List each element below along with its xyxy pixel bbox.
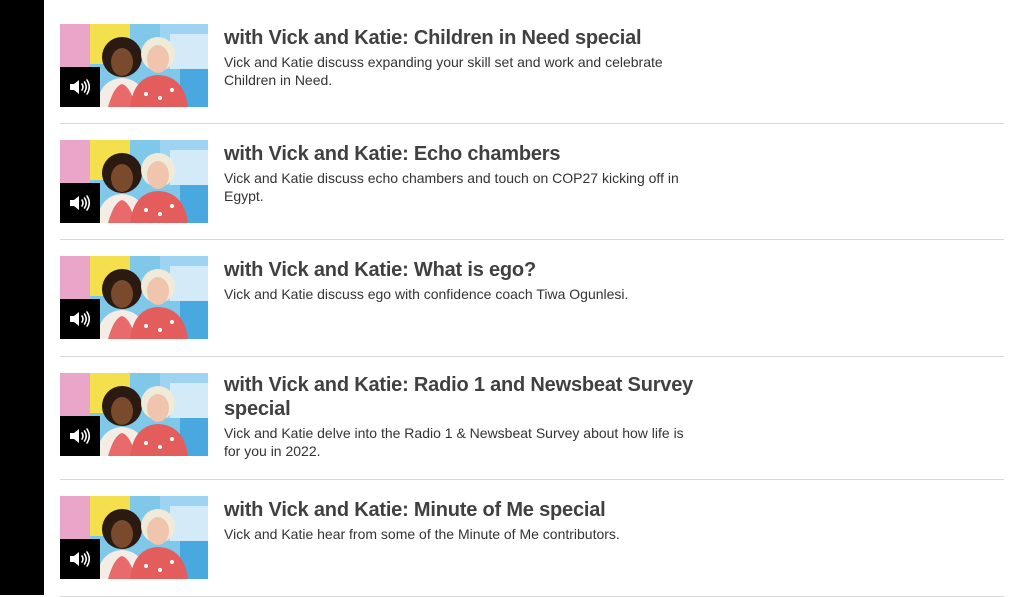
episode-title[interactable]: with Vick and Katie: Children in Need sp… xyxy=(224,26,694,50)
episode-thumbnail[interactable] xyxy=(60,373,208,456)
episode-text: with Vick and Katie: Radio 1 and Newsbea… xyxy=(224,373,694,479)
episode-item[interactable]: with Vick and Katie: Minute of Me specia… xyxy=(60,480,1004,597)
speaker-icon xyxy=(70,195,91,211)
episode-item[interactable]: with Vick and Katie: What is ego? Vick a… xyxy=(60,240,1004,357)
speaker-icon xyxy=(70,551,91,567)
speaker-icon xyxy=(70,428,91,444)
episode-thumbnail[interactable] xyxy=(60,140,208,223)
episode-description: Vick and Katie discuss expanding your sk… xyxy=(224,54,663,88)
episode-thumbnail[interactable] xyxy=(60,496,208,579)
episode-item[interactable]: with Vick and Katie: Echo chambers Vick … xyxy=(60,124,1004,240)
episode-thumbnail[interactable] xyxy=(60,256,208,339)
episode-description: Vick and Katie discuss ego with confiden… xyxy=(224,286,629,302)
left-sidebar-strip xyxy=(0,0,44,595)
episode-title[interactable]: with Vick and Katie: What is ego? xyxy=(224,258,694,282)
episode-description: Vick and Katie delve into the Radio 1 & … xyxy=(224,425,684,459)
episode-text: with Vick and Katie: Children in Need sp… xyxy=(224,26,694,123)
episode-thumbnail[interactable] xyxy=(60,24,208,107)
episode-item[interactable]: with Vick and Katie: Radio 1 and Newsbea… xyxy=(60,357,1004,480)
episode-title[interactable]: with Vick and Katie: Minute of Me specia… xyxy=(224,498,694,522)
episode-text: with Vick and Katie: What is ego? Vick a… xyxy=(224,258,694,356)
episode-item[interactable]: with Vick and Katie: Children in Need sp… xyxy=(60,0,1004,124)
episode-title[interactable]: with Vick and Katie: Radio 1 and Newsbea… xyxy=(224,373,694,421)
play-audio-button[interactable] xyxy=(60,183,100,223)
episode-title[interactable]: with Vick and Katie: Echo chambers xyxy=(224,142,694,166)
play-audio-button[interactable] xyxy=(60,416,100,456)
episode-list: with Vick and Katie: Children in Need sp… xyxy=(60,0,1004,597)
episode-text: with Vick and Katie: Echo chambers Vick … xyxy=(224,142,694,239)
episode-description: Vick and Katie discuss echo chambers and… xyxy=(224,170,679,204)
episode-description: Vick and Katie hear from some of the Min… xyxy=(224,526,620,542)
speaker-icon xyxy=(70,311,91,327)
play-audio-button[interactable] xyxy=(60,539,100,579)
play-audio-button[interactable] xyxy=(60,67,100,107)
play-audio-button[interactable] xyxy=(60,299,100,339)
speaker-icon xyxy=(70,79,91,95)
episode-text: with Vick and Katie: Minute of Me specia… xyxy=(224,498,694,596)
